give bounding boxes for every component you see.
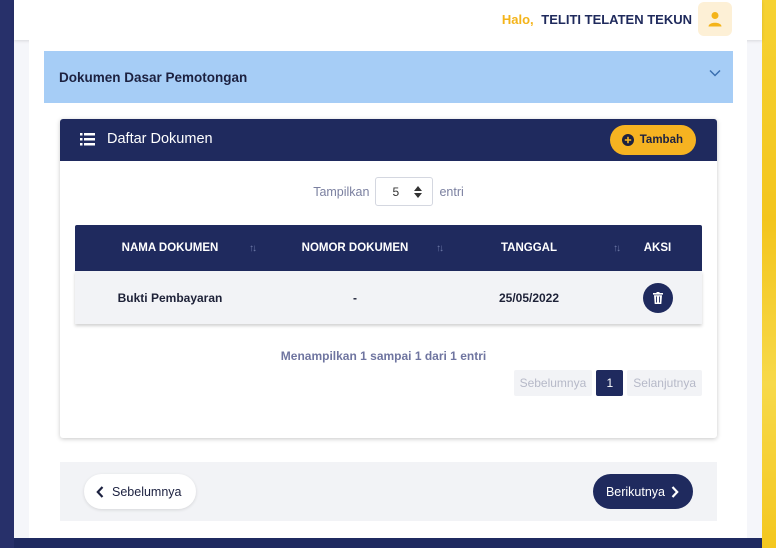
greeting: Halo, TELITI TELATEN TEKUN [502, 12, 692, 27]
cell-document-date: 25/05/2022 [498, 290, 560, 305]
table-header: NAMA DOKUMEN ↑↓ NOMOR DOKUMEN ↑↓ TANGGAL… [75, 225, 702, 271]
column-label: NOMOR DOKUMEN [301, 242, 409, 254]
add-document-button[interactable]: Tambah [609, 125, 696, 155]
pagination-next[interactable]: Selanjutnya [627, 370, 702, 396]
user-name: TELITI TELATEN TEKUN [541, 12, 692, 27]
table-row: Bukti Pembayaran - 25/05/2022 [75, 271, 702, 324]
document-list-header: Daftar Dokumen Tambah [60, 119, 717, 161]
cell-actions [613, 282, 702, 313]
previous-step-label: Sebelumnya [112, 484, 182, 499]
accordion-dokumen-dasar[interactable]: Dokumen Dasar Pemotongan [44, 51, 733, 103]
column-label: AKSI [643, 242, 672, 254]
frame-bottom-strip [14, 538, 762, 548]
chevron-left-icon [96, 485, 104, 498]
previous-step-button[interactable]: Sebelumnya [84, 474, 196, 509]
trash-icon [652, 291, 663, 304]
next-step-button[interactable]: Berikutnya [592, 474, 693, 509]
page-background-left [0, 0, 14, 548]
page-size-row: Tampilkan 5 entri [60, 177, 717, 206]
entries-label: entri [439, 184, 464, 199]
sort-icon: ↑↓ [436, 243, 444, 254]
select-arrows-icon [414, 186, 423, 198]
user-icon [708, 12, 722, 27]
list-icon [80, 133, 95, 146]
pagination: Sebelumnya 1 Selanjutnya [513, 370, 702, 396]
column-header-nomor[interactable]: NOMOR DOKUMEN ↑↓ [265, 242, 445, 254]
chevron-down-icon [709, 69, 721, 77]
documents-table: NAMA DOKUMEN ↑↓ NOMOR DOKUMEN ↑↓ TANGGAL… [75, 225, 702, 324]
column-header-nama[interactable]: NAMA DOKUMEN ↑↓ [75, 242, 265, 254]
page-background-right [762, 0, 776, 548]
accordion-title: Dokumen Dasar Pemotongan [59, 69, 248, 85]
pagination-prev[interactable]: Sebelumnya [513, 370, 593, 396]
column-label: TANGGAL [500, 242, 557, 254]
greeting-label: Halo, [501, 12, 534, 27]
document-list-title: Daftar Dokumen [107, 131, 213, 147]
cell-document-number: - [353, 290, 357, 305]
column-header-aksi: AKSI [613, 242, 702, 254]
pagination-page-1[interactable]: 1 [596, 370, 624, 396]
plus-circle-icon [621, 134, 634, 146]
document-list-card: Daftar Dokumen Tambah Tampilkan 5 entri … [60, 119, 717, 438]
step-navigation: Sebelumnya Berikutnya [60, 462, 717, 521]
table-info: Menampilkan 1 sampai 1 dari 1 entri [280, 349, 487, 363]
sort-icon: ↑↓ [249, 243, 257, 254]
page-size-value: 5 [392, 184, 400, 199]
page-size-select[interactable]: 5 [375, 177, 434, 206]
cell-document-name: Bukti Pembayaran [117, 290, 223, 305]
column-label: NAMA DOKUMEN [121, 242, 219, 254]
add-document-label: Tambah [639, 134, 683, 146]
next-step-label: Berikutnya [605, 484, 665, 499]
chevron-right-icon [671, 485, 679, 498]
user-avatar-button[interactable] [698, 2, 732, 36]
delete-document-button[interactable] [642, 282, 673, 313]
column-header-tanggal[interactable]: TANGGAL ↑↓ [445, 242, 621, 254]
top-bar: Halo, TELITI TELATEN TEKUN [14, 0, 762, 40]
show-label: Tampilkan [313, 184, 370, 199]
